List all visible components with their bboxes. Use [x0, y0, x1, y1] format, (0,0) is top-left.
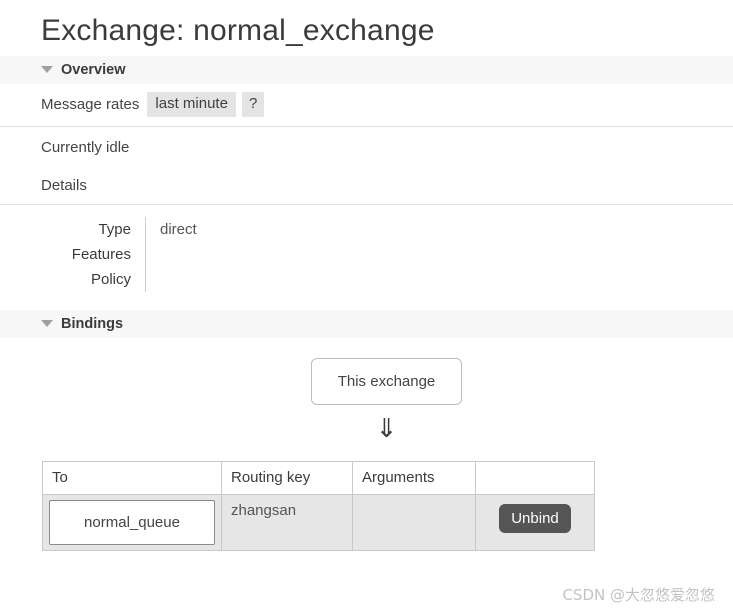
details-value-type: direct: [160, 220, 197, 238]
message-rates-label: Message rates: [41, 96, 140, 113]
cell-to: normal_queue: [42, 493, 222, 551]
bindings-body: This exchange ⇓ To Routing key Arguments…: [0, 338, 733, 551]
help-icon[interactable]: ?: [241, 92, 265, 117]
details-key-type: Type: [41, 216, 146, 242]
source-box-wrapper: This exchange: [0, 357, 733, 405]
details-row-type: Type direct: [41, 216, 197, 242]
details-label: Details: [41, 177, 87, 194]
idle-status-label: Currently idle: [41, 138, 130, 156]
table-row: normal_queue zhangsan Unbind: [42, 493, 595, 551]
cell-action: Unbind: [475, 493, 595, 551]
column-header-actions: [475, 460, 595, 495]
caret-down-icon: [41, 320, 53, 327]
divider-after-details: [0, 203, 733, 205]
details-table: Type direct Features Policy: [41, 216, 197, 292]
tab-last-minute[interactable]: last minute: [147, 92, 236, 117]
cell-routing-key: zhangsan: [221, 493, 353, 551]
column-header-routing-key[interactable]: Routing key: [221, 460, 353, 495]
this-exchange-box: This exchange: [310, 357, 463, 405]
section-header-overview[interactable]: Overview: [0, 55, 733, 84]
details-value-policy: [146, 267, 197, 292]
watermark: CSDN @大忽悠爱忽悠: [562, 586, 715, 604]
message-rates-row: Message rates last minute ?: [41, 84, 733, 126]
section-header-bindings[interactable]: Bindings: [0, 309, 733, 338]
details-row-policy: Policy: [41, 266, 197, 292]
column-header-to[interactable]: To: [42, 460, 222, 495]
section-label-overview: Overview: [61, 61, 126, 78]
details-heading: Details: [41, 168, 733, 204]
section-label-bindings: Bindings: [61, 315, 124, 332]
caret-down-icon: [41, 66, 53, 73]
cell-arguments: [352, 493, 476, 551]
double-down-arrow-icon: ⇓: [375, 412, 398, 443]
bindings-table-header-row: To Routing key Arguments: [42, 460, 595, 495]
page-title: Exchange: normal_exchange: [41, 14, 435, 47]
column-header-arguments[interactable]: Arguments: [352, 460, 476, 495]
details-row-features: Features: [41, 241, 197, 267]
arrow-wrapper: ⇓: [0, 415, 733, 441]
queue-link-normal-queue[interactable]: normal_queue: [49, 499, 215, 545]
idle-status-text: Currently idle: [41, 127, 733, 168]
bindings-table: To Routing key Arguments normal_queue zh…: [42, 460, 595, 551]
details-value-features: [146, 242, 197, 267]
details-key-features: Features: [41, 241, 146, 267]
unbind-button[interactable]: Unbind: [499, 503, 571, 533]
overview-body: Message rates last minute ? Currently id…: [0, 84, 733, 292]
details-key-policy: Policy: [41, 266, 146, 292]
